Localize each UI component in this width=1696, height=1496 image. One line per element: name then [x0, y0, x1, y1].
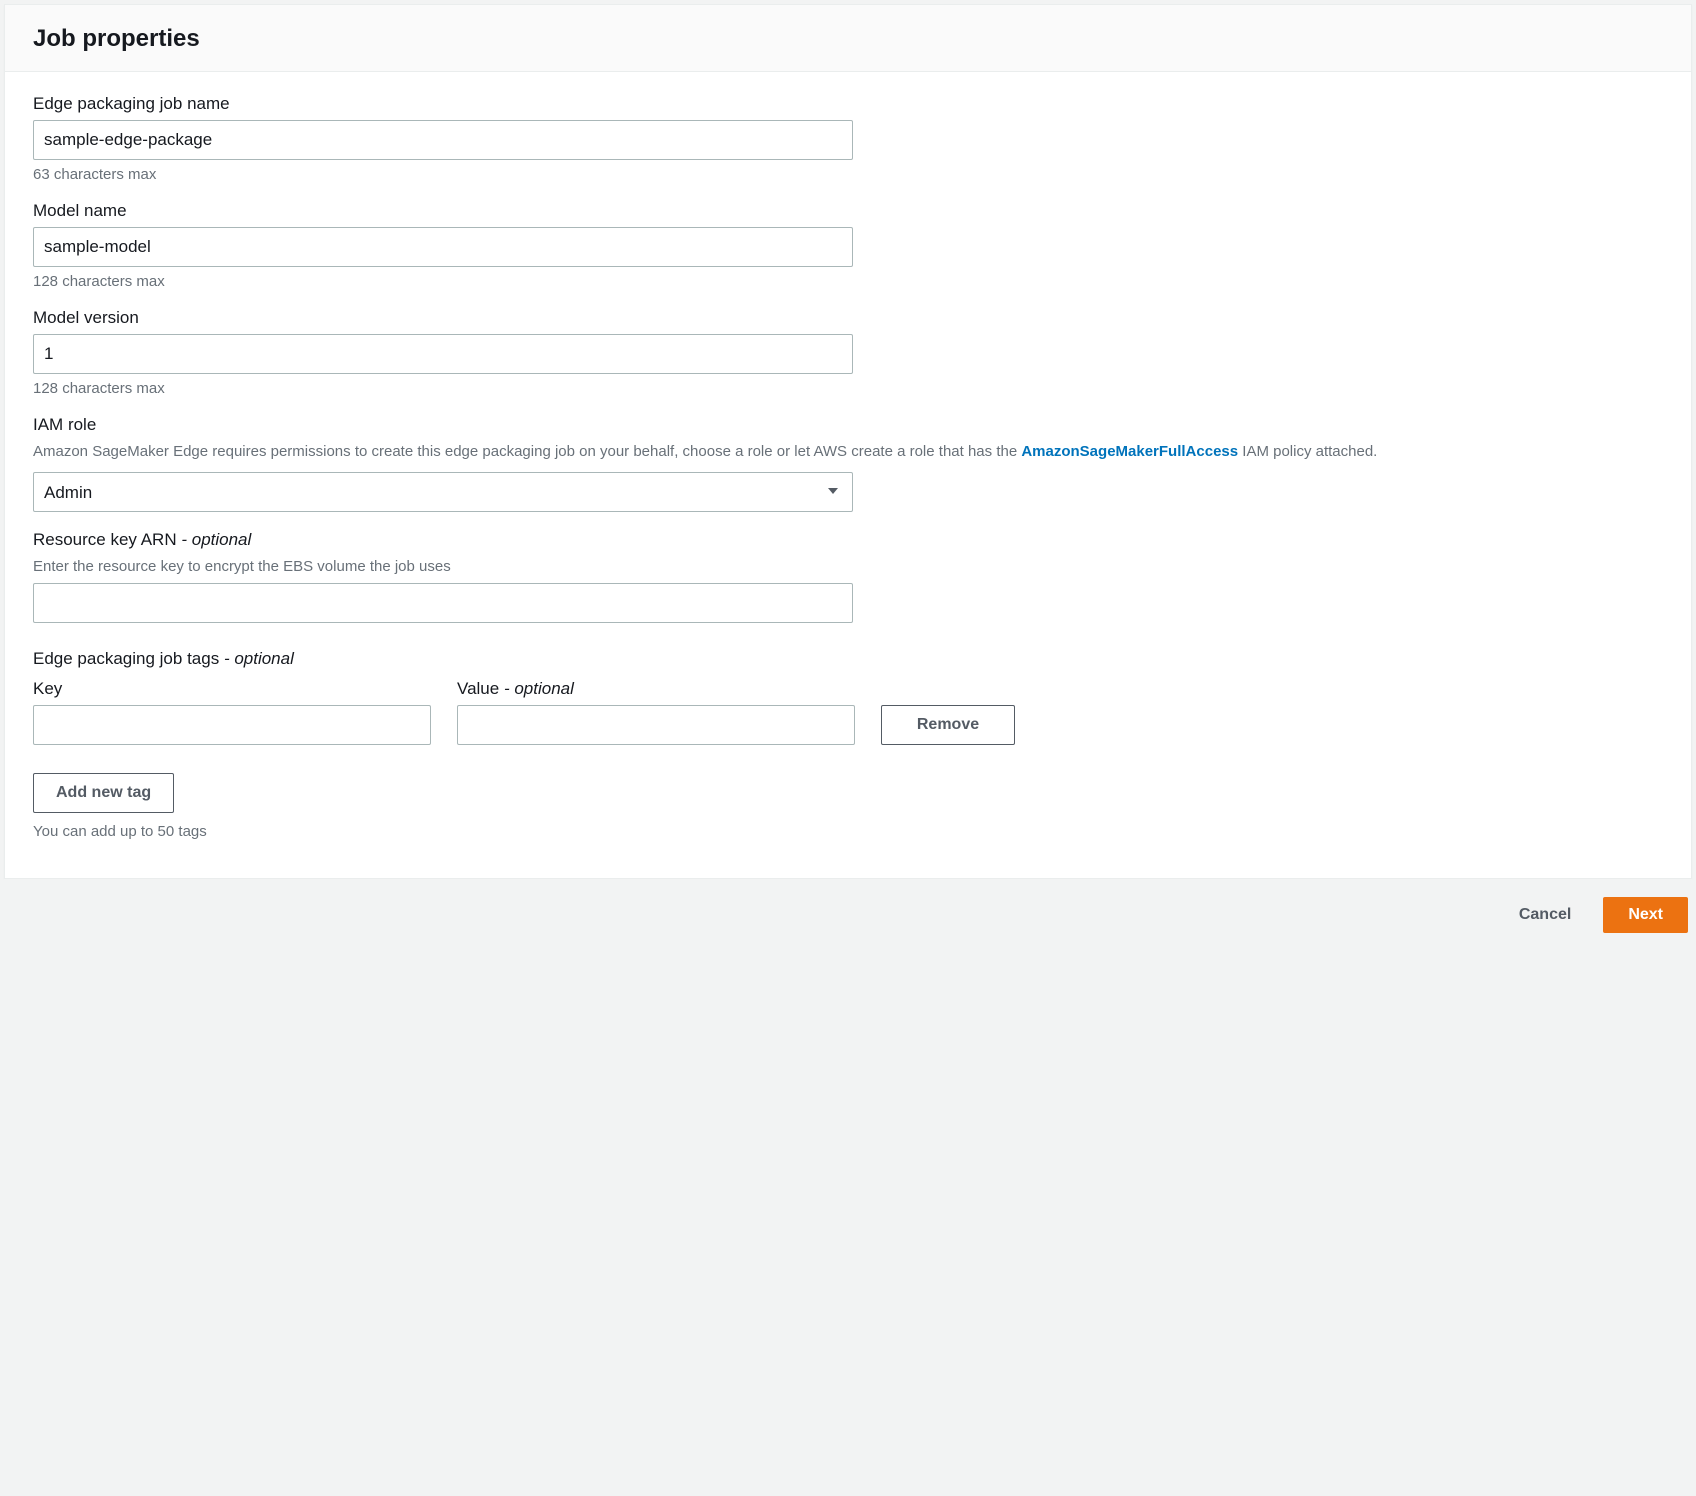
tag-remove-col: Remove	[881, 705, 1015, 745]
cancel-button[interactable]: Cancel	[1507, 898, 1583, 932]
job-name-field: Edge packaging job name 63 characters ma…	[33, 94, 1663, 183]
iam-role-desc-suffix: IAM policy attached.	[1238, 443, 1377, 460]
tag-row: Key Value - optional Remove	[33, 679, 1663, 745]
iam-role-description: Amazon SageMaker Edge requires permissio…	[33, 441, 1663, 462]
job-name-input[interactable]	[33, 120, 853, 160]
iam-role-field: IAM role Amazon SageMaker Edge requires …	[33, 415, 1663, 512]
add-new-tag-button[interactable]: Add new tag	[33, 773, 174, 813]
tag-key-input[interactable]	[33, 705, 431, 745]
resource-key-label: Resource key ARN - optional	[33, 530, 1663, 550]
resource-key-field: Resource key ARN - optional Enter the re…	[33, 530, 1663, 623]
tag-key-col: Key	[33, 679, 431, 745]
model-version-label: Model version	[33, 308, 1663, 328]
iam-role-select[interactable]: Admin	[33, 472, 853, 512]
job-name-label: Edge packaging job name	[33, 94, 1663, 114]
tag-key-label: Key	[33, 679, 431, 699]
tag-value-col: Value - optional	[457, 679, 855, 745]
tags-label-text: Edge packaging job tags	[33, 649, 219, 668]
next-button[interactable]: Next	[1603, 897, 1688, 933]
tags-section: Edge packaging job tags - optional Key V…	[33, 649, 1663, 840]
model-name-label: Model name	[33, 201, 1663, 221]
model-version-field: Model version 128 characters max	[33, 308, 1663, 397]
model-name-input[interactable]	[33, 227, 853, 267]
iam-role-desc-prefix: Amazon SageMaker Edge requires permissio…	[33, 443, 1021, 460]
panel-body: Edge packaging job name 63 characters ma…	[5, 72, 1691, 878]
job-properties-panel: Job properties Edge packaging job name 6…	[4, 4, 1692, 879]
model-version-hint: 128 characters max	[33, 380, 1663, 397]
iam-role-label: IAM role	[33, 415, 1663, 435]
tags-optional: - optional	[224, 649, 294, 668]
tag-value-label: Value - optional	[457, 679, 855, 699]
resource-key-desc: Enter the resource key to encrypt the EB…	[33, 556, 1663, 577]
panel-title: Job properties	[33, 25, 1663, 53]
footer: Cancel Next	[4, 879, 1692, 941]
tag-value-optional: - optional	[504, 679, 574, 698]
remove-tag-button[interactable]: Remove	[881, 705, 1015, 745]
tag-value-label-text: Value	[457, 679, 499, 698]
tags-hint: You can add up to 50 tags	[33, 823, 1663, 840]
resource-key-optional: - optional	[181, 530, 251, 549]
tag-value-input[interactable]	[457, 705, 855, 745]
resource-key-input[interactable]	[33, 583, 853, 623]
model-version-input[interactable]	[33, 334, 853, 374]
iam-policy-link[interactable]: AmazonSageMakerFullAccess	[1021, 443, 1238, 460]
tags-section-label: Edge packaging job tags - optional	[33, 649, 1663, 669]
panel-header: Job properties	[5, 5, 1691, 72]
model-name-field: Model name 128 characters max	[33, 201, 1663, 290]
job-name-hint: 63 characters max	[33, 166, 1663, 183]
resource-key-label-text: Resource key ARN	[33, 530, 177, 549]
model-name-hint: 128 characters max	[33, 273, 1663, 290]
iam-role-select-wrap: Admin	[33, 472, 853, 512]
